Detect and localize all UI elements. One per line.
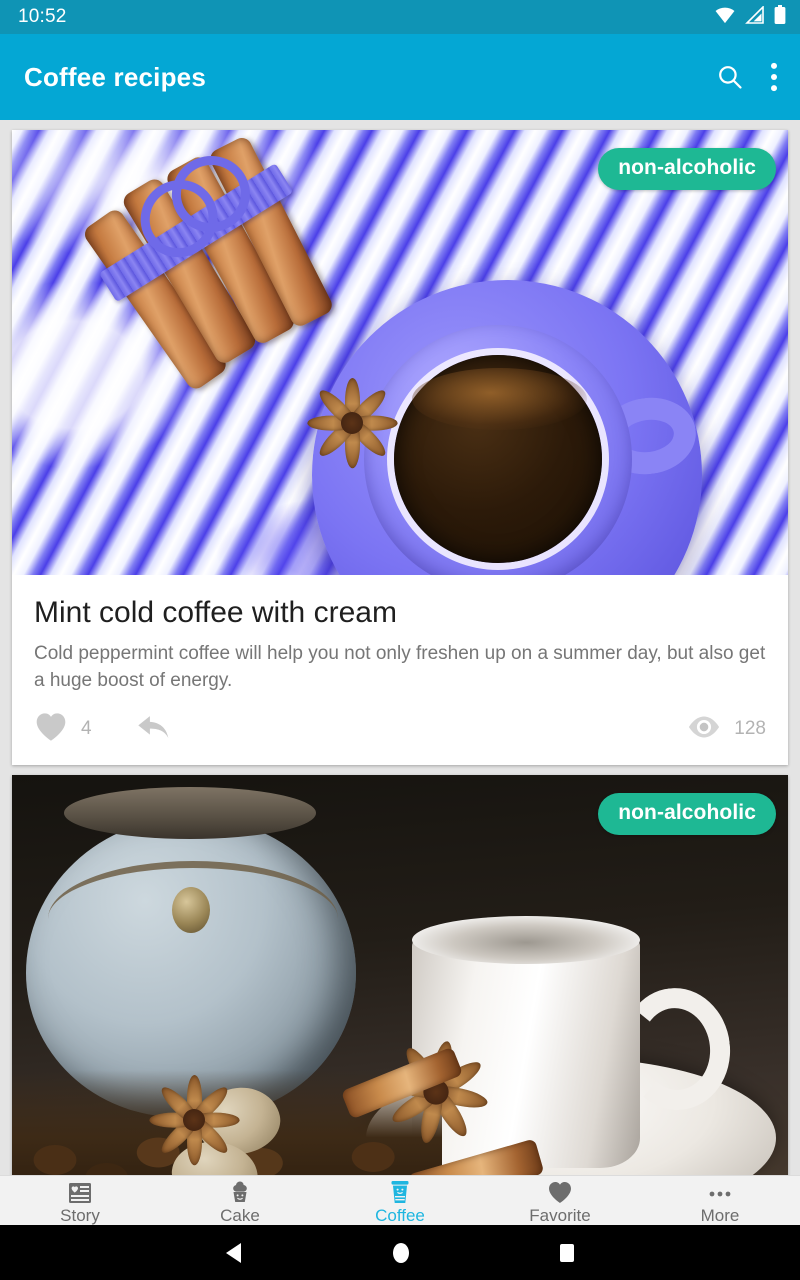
nav-label-more: More bbox=[700, 1205, 740, 1225]
status-badge: non-alcoholic bbox=[598, 148, 776, 190]
coffee-crema-shape bbox=[412, 368, 587, 430]
star-anise-shape bbox=[146, 1072, 242, 1168]
system-navigation-bar bbox=[0, 1225, 800, 1280]
reply-arrow-icon bbox=[136, 712, 172, 747]
page-title: Coffee recipes bbox=[24, 61, 206, 92]
eye-icon bbox=[687, 713, 721, 746]
like-count: 4 bbox=[81, 718, 92, 740]
app-bar-actions bbox=[716, 62, 778, 92]
recipe-card-body: Mint cold coffee with cream Cold pepperm… bbox=[12, 575, 788, 700]
back-triangle-icon[interactable] bbox=[223, 1241, 245, 1265]
nav-label-cake: Cake bbox=[220, 1205, 260, 1225]
like-button[interactable]: 4 bbox=[34, 712, 92, 747]
recents-square-icon[interactable] bbox=[557, 1241, 577, 1265]
nav-label-coffee: Coffee bbox=[375, 1205, 425, 1225]
search-icon[interactable] bbox=[716, 63, 744, 91]
heart-icon bbox=[547, 1180, 573, 1204]
recipe-card[interactable]: non-alcoholic bbox=[12, 774, 788, 1175]
recipe-title: Mint cold coffee with cream bbox=[34, 596, 397, 629]
cup-rim-shape bbox=[412, 915, 640, 964]
recipe-card[interactable]: non-alcoholic Mint cold coffee with crea… bbox=[12, 130, 788, 765]
views-indicator: 128 bbox=[687, 713, 766, 746]
more-vert-icon[interactable] bbox=[770, 62, 778, 92]
more-horiz-icon bbox=[707, 1180, 733, 1204]
app-bar: Coffee recipes bbox=[0, 34, 800, 120]
cellular-signal-icon bbox=[745, 4, 765, 29]
nav-label-story: Story bbox=[60, 1205, 100, 1225]
phone-screen: 10:52 Coffee recipes non-alcoholic Mint … bbox=[0, 0, 800, 1280]
star-anise-shape bbox=[304, 375, 400, 471]
recipe-card-actions: 4 128 bbox=[12, 700, 788, 765]
nav-item-story[interactable]: Story bbox=[0, 1176, 160, 1225]
heart-icon bbox=[34, 712, 68, 747]
nav-item-more[interactable]: More bbox=[640, 1176, 800, 1225]
status-bar: 10:52 bbox=[0, 0, 800, 34]
nav-item-favorite[interactable]: Favorite bbox=[480, 1176, 640, 1225]
cupcake-icon bbox=[228, 1180, 252, 1204]
bottom-navigation: Story Cake Coffee Favorite More bbox=[0, 1175, 800, 1225]
pot-rim-shape bbox=[64, 786, 316, 839]
wifi-icon bbox=[714, 6, 736, 29]
view-count: 128 bbox=[734, 718, 766, 740]
recipe-image[interactable]: non-alcoholic bbox=[12, 774, 788, 1175]
nav-label-favorite: Favorite bbox=[529, 1205, 591, 1225]
status-badge: non-alcoholic bbox=[598, 792, 776, 835]
pot-gem-shape bbox=[172, 886, 210, 933]
status-bar-icons bbox=[714, 4, 786, 30]
status-bar-clock: 10:52 bbox=[18, 6, 67, 27]
recipe-list[interactable]: non-alcoholic Mint cold coffee with crea… bbox=[0, 120, 800, 1175]
share-button[interactable] bbox=[136, 712, 172, 747]
nav-item-cake[interactable]: Cake bbox=[160, 1176, 320, 1225]
home-circle-icon[interactable] bbox=[390, 1240, 412, 1266]
recipe-image[interactable]: non-alcoholic bbox=[12, 130, 788, 575]
recipe-description: Cold peppermint coffee will help you not… bbox=[34, 643, 766, 691]
article-heart-icon bbox=[68, 1180, 92, 1204]
nav-item-coffee[interactable]: Coffee bbox=[320, 1176, 480, 1225]
coffee-cup-icon bbox=[389, 1180, 411, 1204]
battery-icon bbox=[774, 4, 786, 30]
